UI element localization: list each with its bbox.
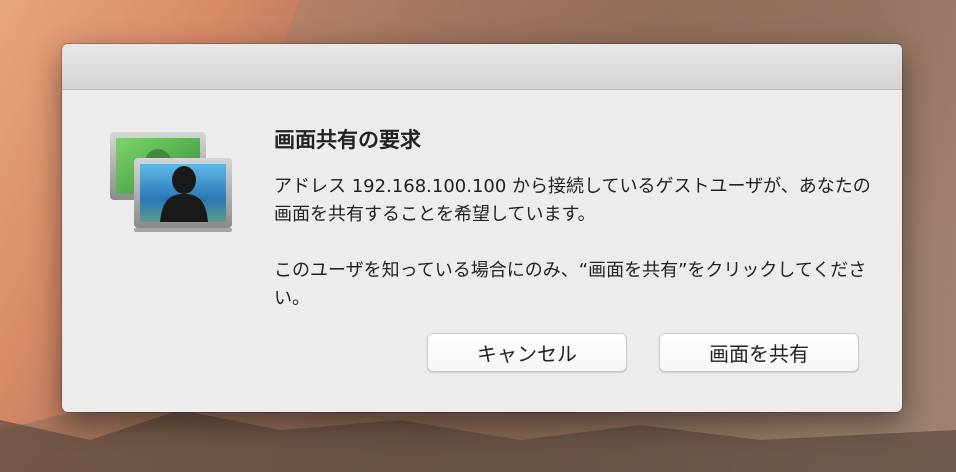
share-screen-button[interactable]: 画面を共有 xyxy=(659,333,859,372)
screen-sharing-request-dialog: 画面共有の要求 アドレス 192.168.100.100 から接続しているゲスト… xyxy=(62,44,902,412)
dialog-titlebar xyxy=(62,44,902,90)
cancel-button[interactable]: キャンセル xyxy=(427,333,627,372)
dialog-title: 画面共有の要求 xyxy=(274,128,421,152)
screen-sharing-app-icon xyxy=(110,132,232,232)
dialog-message: アドレス 192.168.100.100 から接続しているゲストユーザが、あなた… xyxy=(274,173,874,313)
message-paragraph-1: アドレス 192.168.100.100 から接続しているゲストユーザが、あなた… xyxy=(274,176,871,225)
message-paragraph-2: このユーザを知っている場合にのみ、“画面を共有”をクリックしてください。 xyxy=(274,260,867,309)
